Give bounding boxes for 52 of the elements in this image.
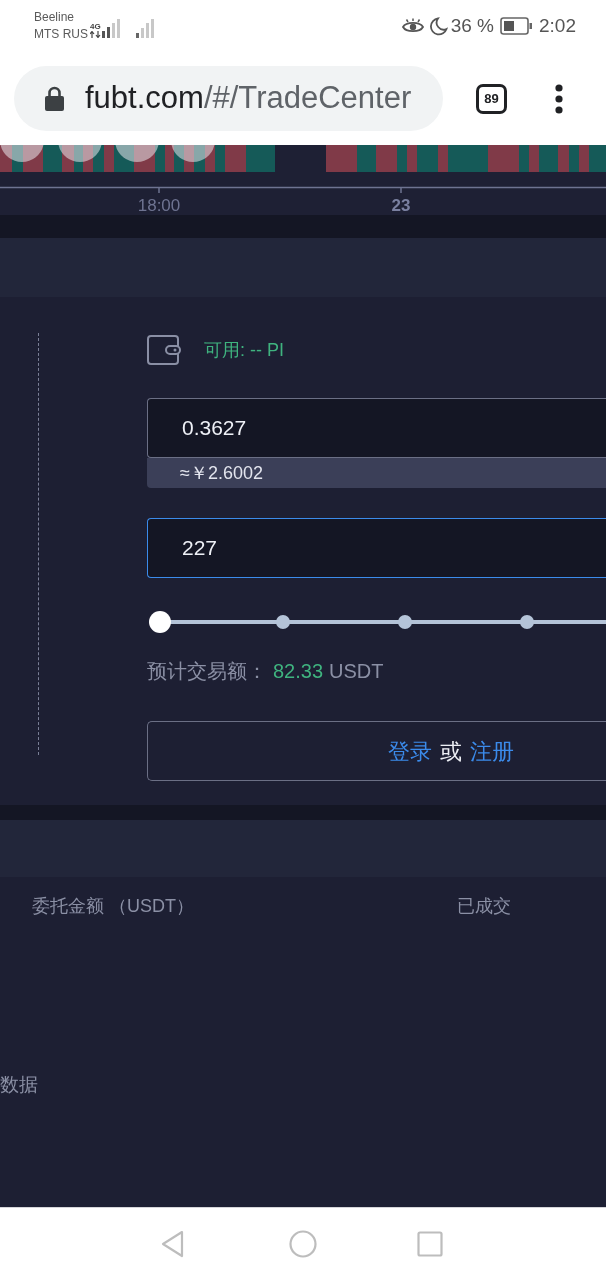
axis-label: 23 bbox=[391, 196, 411, 215]
slider-thumb[interactable] bbox=[149, 611, 171, 633]
price-input[interactable]: 0.3627 bbox=[147, 398, 606, 458]
eye-icon bbox=[401, 18, 424, 34]
moon-icon bbox=[428, 16, 448, 36]
candle-bar bbox=[74, 145, 83, 172]
url-text: fubt.com/#/TradeCenter bbox=[85, 79, 412, 118]
signal-bars-icon bbox=[102, 18, 122, 38]
carrier-name: MTS RUS bbox=[34, 26, 88, 43]
candle-bar bbox=[0, 145, 12, 172]
round-overlay-icon bbox=[171, 145, 215, 162]
candle-bar bbox=[569, 145, 579, 172]
axis-label: 18:00 bbox=[137, 196, 181, 215]
candle-bar bbox=[194, 145, 205, 172]
slider-track[interactable] bbox=[149, 611, 606, 633]
clock-time: 2:02 bbox=[539, 13, 576, 38]
wallet-icon bbox=[147, 335, 181, 365]
round-overlay-icon bbox=[58, 145, 102, 162]
or-text: 或 bbox=[439, 737, 462, 766]
price-estimate: ≈￥2.6002 bbox=[147, 458, 606, 488]
candle-bar bbox=[184, 145, 194, 172]
estimate-label: 预计交易额： bbox=[147, 659, 267, 684]
column-header: 委托金额 （USDT） bbox=[32, 895, 195, 918]
slider-stop-icon bbox=[520, 615, 534, 629]
carrier-name: Beeline bbox=[34, 9, 76, 26]
available-balance: 可用: -- PI bbox=[204, 338, 284, 362]
estimate-value: 82.33 bbox=[273, 659, 324, 684]
signal-bars-icon bbox=[136, 18, 156, 38]
column-header: 已成交 bbox=[457, 895, 511, 918]
auth-link[interactable]: 登录 bbox=[387, 734, 432, 768]
slider-stop-icon bbox=[398, 615, 412, 629]
auth-link[interactable]: 注册 bbox=[469, 734, 514, 768]
lock-icon bbox=[45, 86, 64, 111]
estimate-unit: USDT bbox=[329, 659, 384, 684]
candle-bar bbox=[83, 145, 93, 172]
candle-bar bbox=[174, 145, 184, 172]
candle-bar bbox=[246, 145, 275, 172]
empty-state-text: 数据 bbox=[0, 1074, 38, 1095]
menu-icon[interactable] bbox=[554, 83, 564, 114]
battery-percent: 36 % bbox=[450, 13, 494, 38]
round-overlay-icon bbox=[115, 145, 159, 162]
address-bar[interactable]: fubt.com/#/TradeCenter bbox=[14, 66, 443, 131]
round-overlay-icon bbox=[0, 145, 44, 162]
candle-bar bbox=[205, 145, 215, 172]
data-arrows-icon bbox=[90, 30, 101, 38]
amount-input[interactable]: 227 bbox=[147, 518, 606, 578]
candle-bar bbox=[165, 145, 174, 172]
battery-icon bbox=[500, 17, 532, 35]
slider-stop-icon bbox=[276, 615, 290, 629]
candle-bar bbox=[93, 145, 104, 172]
tab-count-button[interactable]: 89 bbox=[476, 83, 507, 114]
network-type: 4G bbox=[90, 21, 101, 31]
